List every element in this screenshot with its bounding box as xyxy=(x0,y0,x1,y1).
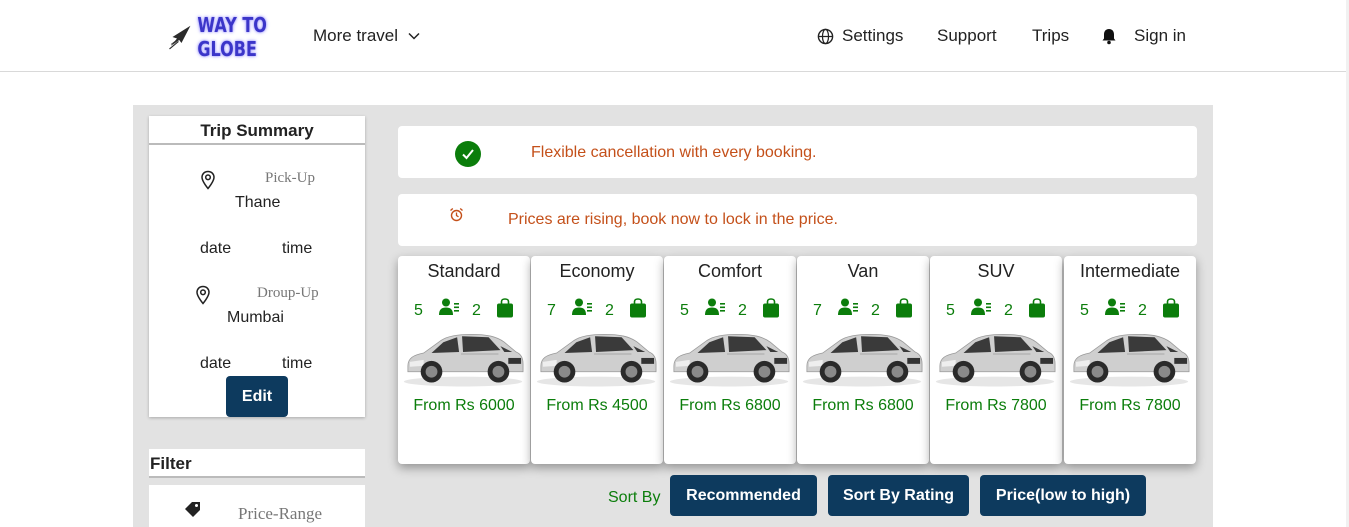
pickup-time[interactable]: time xyxy=(282,240,312,258)
pickup-value: Thane xyxy=(235,194,281,211)
car-card-suv[interactable]: SUV 5 2 From Rs 7800 xyxy=(930,256,1062,464)
seat-count: 5 xyxy=(680,302,689,319)
car-features: 5 2 xyxy=(930,298,1062,322)
logo-text: WAY TO GLOBE xyxy=(197,13,267,61)
person-icon xyxy=(439,298,459,315)
person-icon xyxy=(971,298,991,315)
luggage-icon xyxy=(896,298,912,318)
car-image xyxy=(935,333,1056,387)
car-features: 5 2 xyxy=(1064,298,1196,322)
car-image xyxy=(802,333,923,387)
settings-label: Settings xyxy=(842,26,904,45)
filter-title: Filter xyxy=(149,449,365,478)
car-category-name: Comfort xyxy=(697,261,762,281)
car-image xyxy=(536,333,657,387)
car-card-intermediate[interactable]: Intermediate 5 2 From Rs 7800 xyxy=(1064,256,1196,464)
settings-link[interactable]: Settings xyxy=(817,26,903,46)
bag-count: 2 xyxy=(871,302,880,319)
location-pin-icon xyxy=(196,285,210,305)
person-icon xyxy=(1105,298,1125,315)
dropoff-date[interactable]: date xyxy=(200,355,231,373)
dropoff-label: Droup-Up xyxy=(257,285,319,301)
pickup-date[interactable]: date xyxy=(200,240,231,258)
chevron-down-icon xyxy=(408,32,420,40)
cancellation-text: Flexible cancellation with every booking… xyxy=(531,144,817,161)
luggage-icon xyxy=(630,298,646,318)
trips-label: Trips xyxy=(1032,26,1070,45)
car-category-name: Economy xyxy=(559,261,635,281)
alarm-clock-icon xyxy=(450,207,463,222)
car-features: 5 2 xyxy=(398,298,530,322)
price-rising-text: Prices are rising, book now to lock in t… xyxy=(508,211,838,228)
car-category-name: Standard xyxy=(427,261,501,281)
car-category-name: Van xyxy=(847,261,879,281)
sort-price-button[interactable]: Price(low to high) xyxy=(980,475,1146,516)
seat-count: 7 xyxy=(813,302,822,319)
luggage-icon xyxy=(1029,298,1045,318)
price-notice: Prices are rising, book now to lock in t… xyxy=(398,194,1197,246)
seat-count: 5 xyxy=(946,302,955,319)
car-price: From Rs 7800 xyxy=(1079,397,1181,414)
car-features: 7 2 xyxy=(531,298,663,322)
more-travel-label: More travel xyxy=(313,26,399,45)
bag-count: 2 xyxy=(605,302,614,319)
check-circle-icon xyxy=(455,141,481,167)
filter-card: Price-Range xyxy=(149,485,365,527)
sort-rating-button[interactable]: Sort By Rating xyxy=(828,475,969,516)
cancellation-notice: Flexible cancellation with every booking… xyxy=(398,126,1197,178)
trips-link[interactable]: Trips xyxy=(1032,26,1069,46)
car-card-comfort[interactable]: Comfort 5 2 From Rs 6800 xyxy=(664,256,796,464)
sign-in-label: Sign in xyxy=(1134,26,1186,45)
sort-by-label: Sort By xyxy=(608,489,661,506)
bag-count: 2 xyxy=(1138,302,1147,319)
car-price: From Rs 6800 xyxy=(812,397,914,414)
top-navbar: WAY TO GLOBE More travel Settings Suppor… xyxy=(0,0,1349,72)
price-range-label[interactable]: Price-Range xyxy=(238,504,322,524)
car-category-name: SUV xyxy=(977,261,1015,281)
car-card-standard[interactable]: Standard 5 2 From Rs 6000 xyxy=(398,256,530,464)
more-travel-menu[interactable]: More travel xyxy=(313,26,420,46)
luggage-icon xyxy=(763,298,779,318)
person-icon xyxy=(572,298,592,315)
globe-icon xyxy=(817,28,834,44)
luggage-icon xyxy=(1163,298,1179,318)
car-price: From Rs 6800 xyxy=(679,397,781,414)
plane-logo-icon xyxy=(169,25,191,50)
bag-count: 2 xyxy=(472,302,481,319)
seat-count: 5 xyxy=(414,302,423,319)
support-label: Support xyxy=(937,26,997,45)
brand-logo[interactable]: WAY TO GLOBE xyxy=(168,13,298,61)
trip-summary-card: Trip Summary Pick-Up Thane date time Dro… xyxy=(149,116,365,417)
trip-summary-title: Trip Summary xyxy=(149,116,365,145)
car-image xyxy=(1069,333,1190,387)
car-card-van[interactable]: Van 7 2 From Rs 6800 xyxy=(797,256,929,464)
sort-recommended-button[interactable]: Recommended xyxy=(670,475,817,516)
bag-count: 2 xyxy=(738,302,747,319)
location-pin-icon xyxy=(201,170,215,190)
dropoff-time[interactable]: time xyxy=(282,355,312,373)
car-features: 5 2 xyxy=(664,298,796,322)
car-category-name: Intermediate xyxy=(1079,261,1181,281)
car-price: From Rs 4500 xyxy=(546,397,648,414)
car-card-economy[interactable]: Economy 7 2 From Rs 4500 xyxy=(531,256,663,464)
dropoff-value: Mumbai xyxy=(227,309,284,326)
tag-icon xyxy=(185,502,200,517)
car-price: From Rs 7800 xyxy=(945,397,1047,414)
seat-count: 7 xyxy=(547,302,556,319)
car-image xyxy=(669,333,790,387)
pickup-label: Pick-Up xyxy=(265,170,315,186)
bell-icon xyxy=(1102,28,1116,44)
bag-count: 2 xyxy=(1004,302,1013,319)
car-price: From Rs 6000 xyxy=(413,397,515,414)
car-image xyxy=(403,333,524,387)
luggage-icon xyxy=(497,298,513,318)
sign-in-link[interactable]: Sign in xyxy=(1101,26,1186,46)
car-features: 7 2 xyxy=(797,298,929,322)
edit-button[interactable]: Edit xyxy=(226,376,288,417)
seat-count: 5 xyxy=(1080,302,1089,319)
support-link[interactable]: Support xyxy=(937,26,997,46)
person-icon xyxy=(838,298,858,315)
person-icon xyxy=(705,298,725,315)
